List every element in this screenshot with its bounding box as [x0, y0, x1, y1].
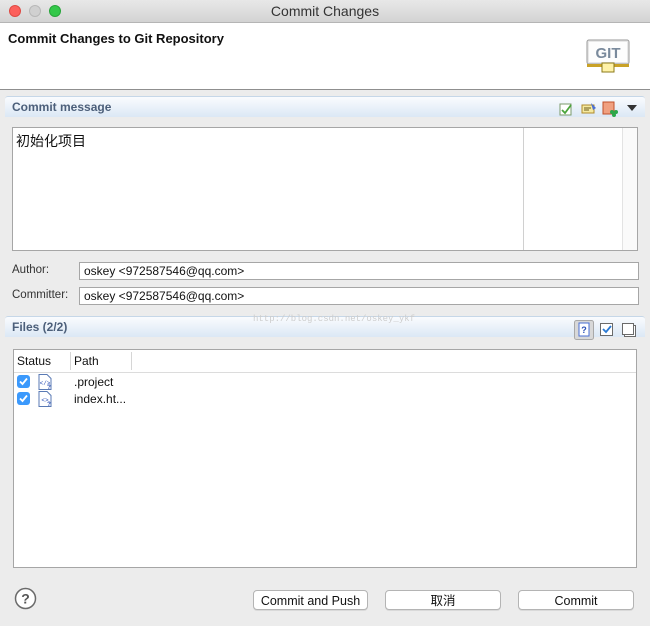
dialog-header: Commit Changes to Git Repository: [0, 23, 650, 90]
files-section-title: Files (2/2): [12, 320, 68, 334]
spell-check-icon[interactable]: [558, 101, 574, 117]
file-checkbox[interactable]: [17, 392, 30, 405]
show-untracked-icon[interactable]: ?: [574, 320, 594, 340]
column-header-status[interactable]: Status: [17, 354, 51, 368]
committer-input[interactable]: [79, 287, 639, 305]
column-separator: [70, 352, 71, 370]
commit-message-input[interactable]: 初始化项目: [12, 127, 638, 251]
file-checkbox[interactable]: [17, 375, 30, 388]
message-ruler-line: [523, 128, 524, 250]
committer-label: Committer:: [12, 289, 69, 301]
window-title: Commit Changes: [270, 3, 380, 19]
html-file-icon: <> ?: [38, 391, 52, 407]
xml-file-icon: </> ?: [38, 374, 52, 390]
author-input[interactable]: [79, 262, 639, 280]
svg-text:?: ?: [581, 325, 587, 335]
deselect-all-icon[interactable]: [621, 322, 637, 338]
compare-icon[interactable]: [581, 101, 597, 117]
git-logo-icon: GIT: [586, 39, 630, 73]
files-table[interactable]: Status Path </> ? .project <> ? index.ht…: [13, 349, 637, 568]
cancel-button[interactable]: 取消: [385, 590, 501, 610]
author-label: Author:: [12, 264, 50, 276]
add-signed-off-icon[interactable]: [602, 101, 618, 117]
commit-and-push-button[interactable]: Commit and Push: [253, 590, 368, 610]
commit-message-section-title: Commit message: [12, 100, 112, 114]
help-icon[interactable]: ?: [14, 587, 37, 610]
svg-text:?: ?: [47, 385, 51, 390]
table-header: Status Path: [14, 350, 636, 373]
file-path: index.ht...: [74, 392, 127, 406]
column-separator: [131, 352, 132, 370]
git-logo-text: GIT: [596, 45, 621, 62]
file-path: .project: [74, 375, 114, 389]
commit-message-section-header: Commit message: [5, 96, 645, 117]
message-scrollbar[interactable]: [622, 128, 637, 250]
watermark-text: http://blog.csdn.net/oskey_ykf: [253, 314, 416, 324]
svg-text:?: ?: [21, 591, 30, 607]
window-titlebar: Commit Changes: [0, 0, 650, 23]
dialog-title: Commit Changes to Git Repository: [8, 31, 224, 46]
commit-button[interactable]: Commit: [518, 590, 634, 610]
commit-message-text: 初始化项目: [16, 133, 86, 149]
column-header-path[interactable]: Path: [74, 354, 99, 368]
dropdown-arrow-icon[interactable]: [624, 101, 640, 117]
svg-text:?: ?: [47, 402, 51, 407]
table-row[interactable]: </> ? .project: [14, 374, 636, 391]
table-row[interactable]: <> ? index.ht...: [14, 391, 636, 408]
select-all-icon[interactable]: [599, 322, 615, 338]
